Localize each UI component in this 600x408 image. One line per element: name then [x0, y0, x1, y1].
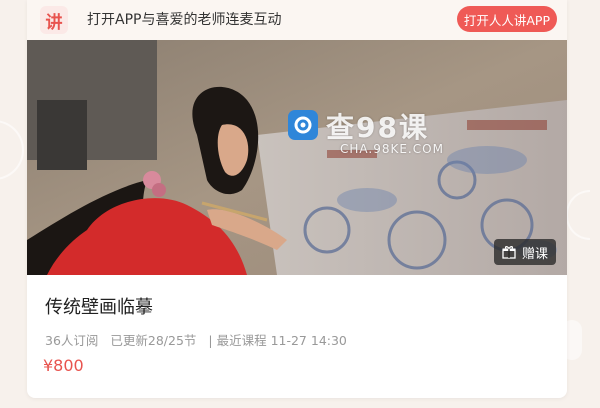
promo-text: 打开APP与喜爱的老师连麦互动	[87, 12, 282, 28]
gift-label: 赠课	[521, 246, 548, 262]
app-promo-banner: 讲 打开APP与喜爱的老师连麦互动 打开人人讲APP	[27, 0, 567, 40]
watermark: 查98课 CHA.98KE.COM	[288, 108, 478, 168]
background-decoration	[0, 120, 24, 180]
gift-icon	[502, 245, 516, 259]
course-cover-image[interactable]: 查98课 CHA.98KE.COM 赠课	[27, 40, 567, 275]
app-logo: 讲	[40, 6, 68, 34]
page: 讲 打开APP与喜爱的老师连麦互动 打开人人讲APP 查98课 CHA.98KE…	[0, 0, 600, 408]
subscriber-count: 36人订阅	[45, 333, 99, 348]
watermark-logo-icon	[288, 110, 318, 140]
watermark-title: 查98课	[326, 111, 429, 144]
watermark-url: CHA.98KE.COM	[340, 142, 444, 156]
open-app-button[interactable]: 打开人人讲APP	[456, 6, 557, 32]
latest-session: | 最近课程 11-27 14:30	[208, 333, 347, 348]
course-card[interactable]: 讲 打开APP与喜爱的老师连麦互动 打开人人讲APP 查98课 CHA.98KE…	[27, 0, 567, 398]
course-price: ¥800	[43, 356, 84, 375]
course-title[interactable]: 传统壁画临摹	[45, 293, 153, 319]
course-meta: 36人订阅 已更新28/25节 | 最近课程 11-27 14:30	[45, 330, 355, 349]
update-progress: 已更新28/25节	[110, 333, 197, 348]
background-decoration	[566, 190, 590, 240]
gift-course-button[interactable]: 赠课	[493, 239, 556, 265]
